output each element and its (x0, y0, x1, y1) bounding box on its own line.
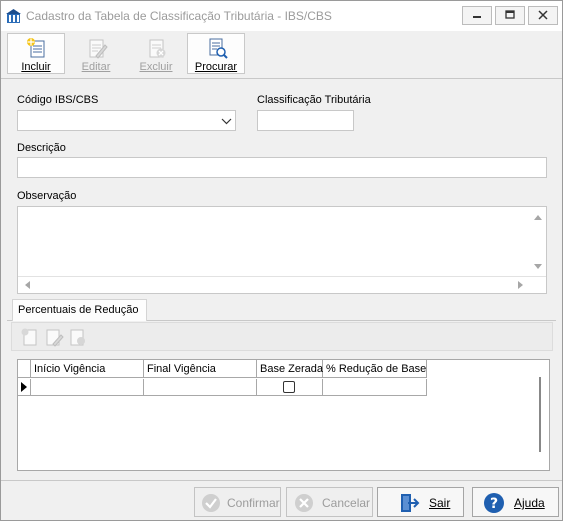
minimize-icon (473, 16, 481, 18)
incluir-button[interactable]: Incluir (7, 33, 65, 74)
grid-corner-cell (18, 360, 31, 378)
confirmar-label: Confirmar (227, 496, 280, 510)
footer-divider (1, 480, 562, 481)
restore-button[interactable] (495, 6, 525, 25)
search-document-icon (209, 38, 228, 59)
scroll-right-icon[interactable] (516, 279, 526, 291)
add-document-icon (27, 38, 45, 58)
grid-toolbar (11, 322, 553, 351)
restore-icon (505, 10, 515, 19)
delete-document-icon (149, 39, 166, 58)
toolbar-divider (1, 78, 562, 79)
sair-label: Sair (429, 496, 451, 510)
close-icon (538, 10, 548, 20)
cancelar-button[interactable]: Cancelar (286, 487, 373, 517)
procurar-button[interactable]: Procurar (187, 33, 245, 74)
col-base-zerada[interactable]: Base Zerada (257, 360, 323, 378)
tab-percentuais-reducao[interactable]: Percentuais de Redução (12, 299, 147, 321)
cell-inicio-vigencia[interactable] (31, 379, 144, 396)
grid-vertical-scrollbar[interactable] (539, 377, 541, 452)
codigo-select[interactable] (17, 110, 236, 131)
excluir-label: Excluir (139, 61, 173, 73)
classificacao-label: Classificação Tributária (257, 94, 371, 106)
chevron-down-icon[interactable] (221, 117, 232, 125)
title-bar: Cadastro da Tabela de Classificação Trib… (1, 1, 562, 31)
scroll-up-icon[interactable] (532, 212, 544, 222)
editar-label: Editar (81, 61, 111, 73)
percentuais-grid: Início Vigência Final Vigência Base Zera… (17, 359, 550, 471)
cell-reducao-base[interactable] (323, 379, 427, 396)
main-window: Cadastro da Tabela de Classificação Trib… (0, 0, 563, 521)
excluir-button[interactable]: Excluir (127, 33, 185, 74)
observacao-label: Observação (17, 190, 77, 202)
cancelar-label: Cancelar (322, 496, 371, 510)
descricao-label: Descrição (17, 142, 66, 154)
base-zerada-checkbox[interactable] (283, 381, 295, 393)
confirmar-button[interactable]: Confirmar (194, 487, 281, 517)
sair-button[interactable]: Sair (377, 487, 464, 517)
cell-base-zerada[interactable] (257, 379, 323, 396)
classificacao-input[interactable] (257, 110, 354, 131)
cancel-circle-icon (295, 494, 313, 512)
check-circle-icon (202, 494, 220, 512)
incluir-label: Incluir (21, 61, 51, 73)
ajuda-button[interactable]: ? Ajuda (472, 487, 559, 517)
edit-row-icon[interactable] (44, 327, 64, 347)
window-title: Cadastro da Tabela de Classificação Trib… (26, 9, 332, 23)
col-final-vigencia[interactable]: Final Vigência (144, 360, 257, 378)
cell-final-vigencia[interactable] (144, 379, 257, 396)
row-indicator[interactable] (18, 379, 31, 396)
close-button[interactable] (528, 6, 558, 25)
help-icon: ? (484, 493, 504, 513)
tab-percentuais-reducao-label: Percentuais de Redução (18, 304, 139, 316)
observacao-textarea[interactable] (17, 206, 547, 294)
codigo-label: Código IBS/CBS (17, 94, 99, 106)
add-row-icon[interactable] (20, 327, 40, 347)
app-building-icon (6, 9, 21, 23)
col-reducao-base[interactable]: % Redução de Base (323, 360, 427, 378)
horizontal-scrollbar-track[interactable] (18, 276, 546, 277)
scroll-left-icon[interactable] (22, 279, 32, 291)
scroll-down-icon[interactable] (532, 262, 544, 272)
editar-button[interactable]: Editar (67, 33, 125, 74)
delete-row-icon[interactable] (68, 327, 88, 347)
ajuda-label: Ajuda (514, 496, 545, 510)
minimize-button[interactable] (462, 6, 492, 25)
row-pointer-icon (21, 382, 27, 392)
exit-door-icon (401, 494, 420, 512)
col-inicio-vigencia[interactable]: Início Vigência (31, 360, 144, 378)
edit-document-icon (89, 39, 108, 59)
procurar-label: Procurar (194, 61, 238, 73)
svg-text:?: ? (490, 496, 498, 512)
descricao-input[interactable] (17, 157, 547, 178)
